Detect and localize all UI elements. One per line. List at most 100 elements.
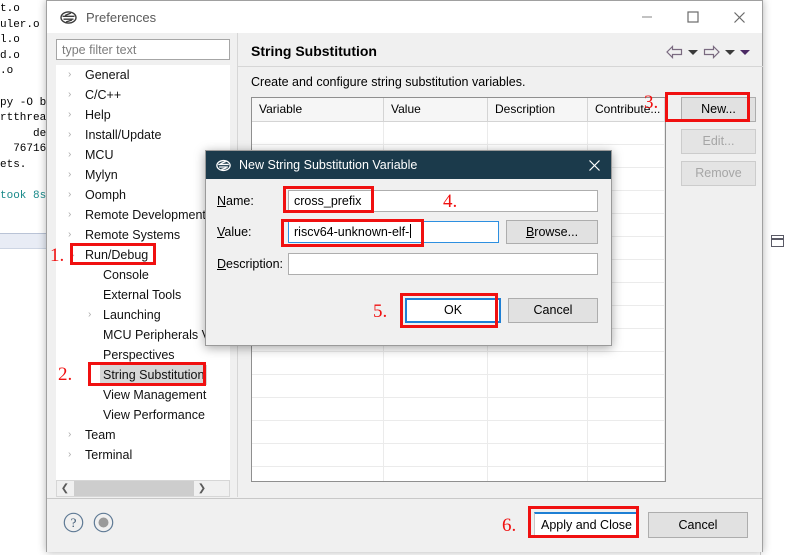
scrollbar-thumb[interactable] [74,481,194,496]
chevron-right-icon[interactable]: ❯ [194,483,210,494]
console-line [0,174,48,190]
value-label: Value: [217,225,252,239]
close-button[interactable] [716,1,762,33]
tree-item-mcu-peripherals-v[interactable]: MCU Peripherals V [56,325,230,345]
chevron-icon[interactable]: › [68,425,78,445]
table-cell [488,375,588,397]
tree-item-c-c[interactable]: ›C/C++ [56,85,230,105]
window-titlebar: Preferences [47,1,762,33]
tree-item-remote-development[interactable]: › Remote Development [56,205,230,225]
table-cell [252,122,384,144]
tree-item-label: External Tools [103,285,181,305]
value-field[interactable]: riscv64-unknown-elf- [288,221,499,243]
tree-item-label: General [85,65,129,85]
close-icon[interactable] [577,151,611,179]
tree-item-run-debug[interactable]: ⌄ Run/Debug [56,245,230,265]
table-cell [488,467,588,482]
chevron-icon[interactable]: › [68,125,78,145]
forward-history-chevron-down-icon[interactable] [725,50,735,55]
tree-item-install-update[interactable]: ›Install/Update [56,125,230,145]
chevron-left-icon[interactable]: ❮ [57,483,73,494]
apply-and-close-button[interactable]: Apply and Close [534,512,639,538]
tree-item-label: Remote Development [85,205,206,225]
table-cell [488,352,588,374]
tree-item-external-tools[interactable]: External Tools [56,285,230,305]
browse-button[interactable]: Browse... [506,220,598,244]
chevron-icon[interactable]: › [68,185,78,205]
table-row[interactable] [252,122,665,145]
table-column-header[interactable]: Value [384,98,488,121]
description-field[interactable] [288,253,598,275]
tree-item-team[interactable]: › Team [56,425,230,445]
tree-item-label: View Performance [103,405,205,425]
question-mark-icon[interactable]: ? [63,512,84,533]
tree-item-label: View Management [103,385,206,405]
chevron-icon[interactable]: › [68,85,78,105]
chevron-icon[interactable]: › [88,305,98,325]
new-button[interactable]: New... [681,97,756,122]
tree-item-remote-systems[interactable]: › Remote Systems [56,225,230,245]
tree-item-label: Remote Systems [85,225,180,245]
tree-item-mcu[interactable]: ›MCU [56,145,230,165]
back-history-chevron-down-icon[interactable] [688,50,698,55]
table-cell [384,398,488,420]
chevron-icon[interactable]: › [68,445,78,465]
chevron-icon[interactable]: › [68,65,78,85]
table-column-header[interactable]: Variable [252,98,384,121]
tree-item-console[interactable]: Console [56,265,230,285]
maximize-button[interactable] [670,1,716,33]
table-row[interactable] [252,444,665,467]
tree-item-string-substitution[interactable]: String Substitution [56,365,230,385]
table-cell [588,122,665,144]
table-row[interactable] [252,375,665,398]
arrow-back-icon[interactable] [666,45,683,59]
tree-filter-input[interactable]: type filter text [56,39,230,60]
table-column-header[interactable]: Description [488,98,588,121]
chevron-icon[interactable]: › [68,225,78,245]
chevron-icon[interactable]: › [68,145,78,165]
tree-item-terminal[interactable]: ›Terminal [56,445,230,465]
console-line: py -O b [0,96,48,112]
table-cell [252,375,384,397]
tree-item-label: Perspectives [103,345,175,365]
chevron-icon[interactable]: ⌄ [68,245,78,265]
tree-item-view-management[interactable]: View Management [56,385,230,405]
arrow-forward-icon[interactable] [703,45,720,59]
tree-horizontal-scrollbar[interactable]: ❮ ❯ [56,480,230,497]
dialog-cancel-button[interactable]: Cancel [508,298,598,323]
ok-button[interactable]: OK [405,298,501,323]
console-line: took 8s [0,189,48,205]
tree-item-general[interactable]: › General [56,65,230,85]
cancel-button[interactable]: Cancel [648,512,748,538]
minimize-button[interactable] [624,1,670,33]
console-line: ets. [0,158,48,174]
tree-item-oomph[interactable]: ›Oomph [56,185,230,205]
table-cell [384,352,488,374]
chevron-icon[interactable]: › [68,105,78,125]
tree-item-perspectives[interactable]: Perspectives [56,345,230,365]
pane-divider [238,66,763,67]
tree-item-mylyn[interactable]: ›Mylyn [56,165,230,185]
tree-item-label: MCU Peripherals V [103,325,210,345]
tree-item-launching[interactable]: ›Launching [56,305,230,325]
new-string-substitution-variable-dialog: New String Substitution Variable Name: c… [205,150,612,346]
table-row[interactable] [252,352,665,375]
preferences-tree[interactable]: ›General›C/C++›Help›Install/Update›MCU›M… [56,65,230,482]
table-row[interactable] [252,467,665,482]
table-cell [384,375,488,397]
console-line: .o [0,64,48,80]
tree-item-label: Run/Debug [85,245,148,265]
table-row[interactable] [252,398,665,421]
chevron-icon[interactable]: › [68,205,78,225]
table-row[interactable] [252,421,665,444]
tree-item-view-performance[interactable]: View Performance [56,405,230,425]
table-cell [384,467,488,482]
pane-menu-chevron-down-filled-icon[interactable] [740,50,750,55]
tree-item-label: Team [85,425,116,445]
circle-dot-icon[interactable] [93,512,114,533]
table-header-row: VariableValueDescriptionContribute... [252,98,665,122]
eclipse-icon [215,157,231,173]
tree-item-help[interactable]: ›Help [56,105,230,125]
chevron-icon[interactable]: › [68,165,78,185]
table-cell [252,398,384,420]
